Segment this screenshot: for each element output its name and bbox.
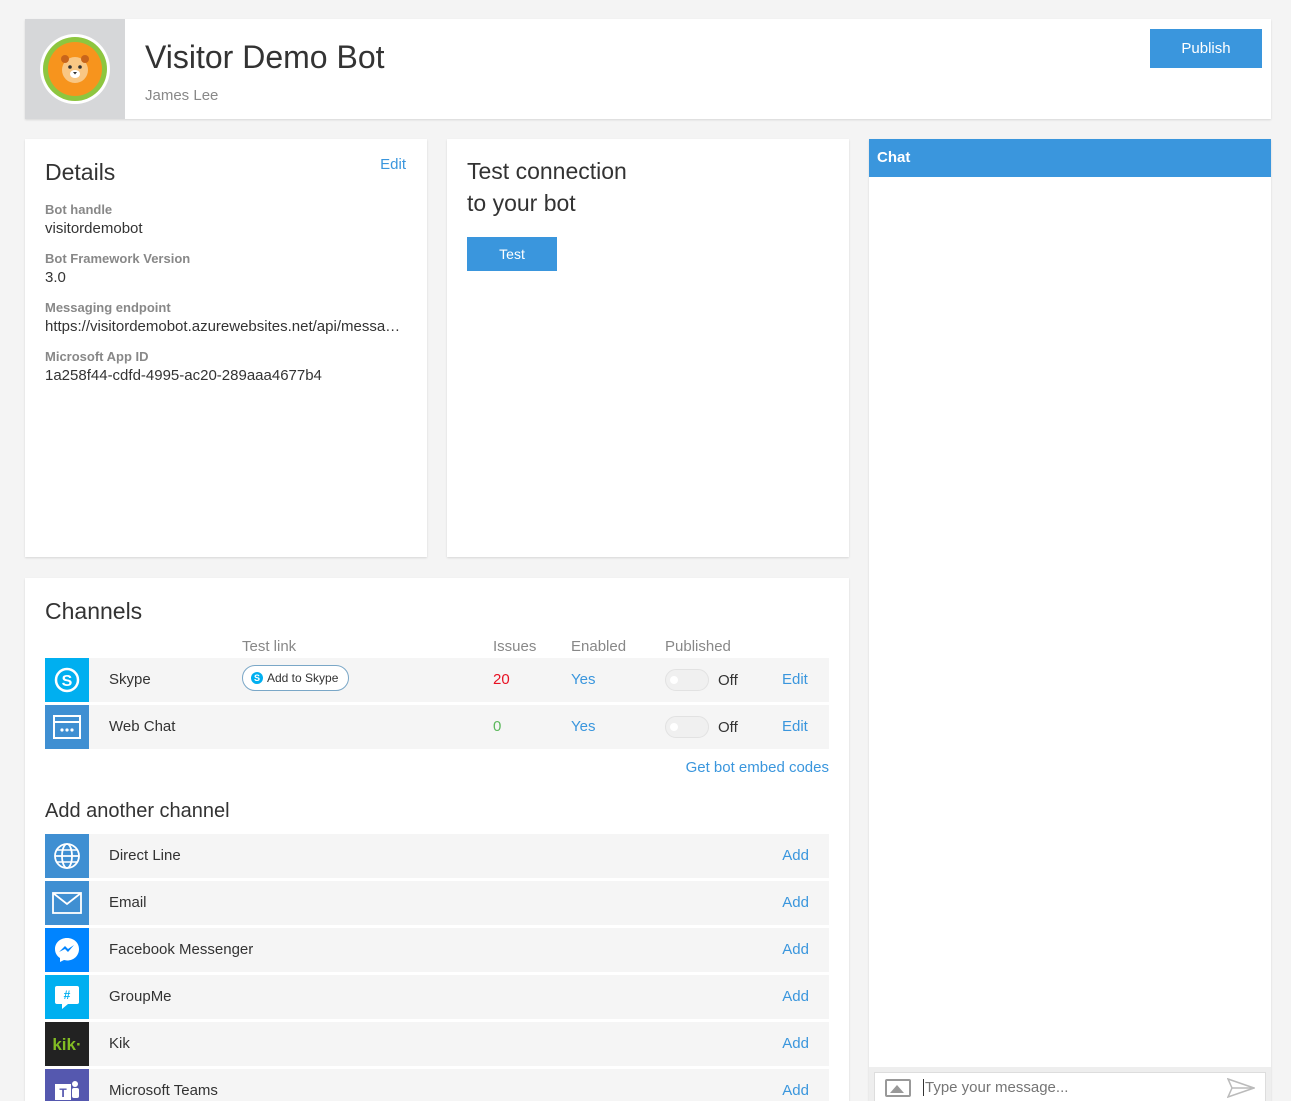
bot-avatar [40, 34, 110, 104]
col-test-link: Test link [242, 638, 297, 655]
add-row-microsoft-teams: T Microsoft Teams Add [45, 1069, 829, 1101]
details-title: Details [45, 159, 116, 185]
add-channel-title: Add another channel [45, 800, 230, 822]
chat-input-bar [869, 1067, 1271, 1101]
channel-name: Direct Line [109, 847, 181, 864]
issues-count: 20 [493, 671, 510, 688]
details-edit-link[interactable]: Edit [380, 156, 406, 173]
edit-channel-link[interactable]: Edit [782, 671, 808, 688]
col-enabled: Enabled [571, 638, 627, 655]
messenger-icon [45, 928, 89, 972]
channel-name: Web Chat [109, 718, 176, 735]
channel-name: GroupMe [109, 988, 172, 1005]
image-upload-icon[interactable] [885, 1079, 911, 1097]
add-row-direct-line: Direct Line Add [45, 834, 829, 878]
chat-panel: Chat [869, 139, 1271, 1101]
field-label: Bot Framework Version [45, 251, 191, 266]
title-line-1: Test connection [467, 158, 627, 184]
add-to-skype-button[interactable]: S Add to Skype [242, 665, 350, 691]
test-button[interactable]: Test [467, 237, 557, 271]
chat-header: Chat [869, 139, 1271, 177]
send-icon[interactable] [1227, 1078, 1255, 1098]
add-channel-link[interactable]: Add [782, 988, 809, 1005]
bot-owner: James Lee [145, 87, 219, 104]
teams-icon: T [45, 1069, 89, 1101]
channels-title: Channels [45, 598, 143, 624]
chat-message-input[interactable] [923, 1079, 1223, 1096]
lion-icon [61, 55, 89, 83]
bot-header: Visitor Demo Bot James Lee Publish [25, 19, 1271, 119]
published-toggle[interactable] [665, 716, 709, 738]
add-channel-link[interactable]: Add [782, 1035, 809, 1052]
field-label: Messaging endpoint [45, 300, 171, 315]
enabled-link[interactable]: Yes [571, 718, 595, 735]
framework-version-value: 3.0 [45, 269, 66, 286]
channel-row-webchat: Web Chat 0 Yes Off Edit [45, 705, 829, 749]
field-label: Microsoft App ID [45, 349, 149, 364]
enabled-link[interactable]: Yes [571, 671, 595, 688]
svg-text:S: S [62, 673, 73, 690]
groupme-icon: # [45, 975, 89, 1019]
bot-avatar-box [25, 19, 125, 119]
channel-row-skype: S Skype S Add to Skype 20 Yes Off Edit [45, 658, 829, 702]
svg-text:#: # [64, 988, 71, 1002]
add-channel-link[interactable]: Add [782, 847, 809, 864]
bot-handle-value: visitordemobot [45, 220, 143, 237]
published-toggle[interactable] [665, 669, 709, 691]
col-issues: Issues [493, 638, 537, 655]
add-row-kik: kik· Kik Add [45, 1022, 829, 1066]
add-row-groupme: # GroupMe Add [45, 975, 829, 1019]
page-title: Visitor Demo Bot [145, 39, 385, 75]
channel-name: Facebook Messenger [109, 941, 254, 958]
svg-text:kik·: kik· [52, 1035, 81, 1054]
published-state: Off [718, 672, 738, 689]
issues-count: 0 [493, 718, 502, 735]
add-channel-link[interactable]: Add [782, 894, 809, 911]
add-to-skype-label: Add to Skype [267, 671, 339, 685]
field-label: Bot handle [45, 202, 113, 217]
channel-name: Kik [109, 1035, 130, 1052]
test-connection-title: Test connection to your bot [467, 155, 829, 219]
skype-icon: S [45, 658, 89, 702]
embed-codes-link[interactable]: Get bot embed codes [686, 759, 829, 776]
add-channel-link[interactable]: Add [782, 941, 809, 958]
chat-input-box [874, 1072, 1266, 1101]
channel-name: Email [109, 894, 147, 911]
published-state: Off [718, 719, 738, 736]
add-row-facebook-messenger: Facebook Messenger Add [45, 928, 829, 972]
skype-small-icon: S [251, 672, 263, 684]
webchat-icon [45, 705, 89, 749]
svg-text:T: T [59, 1086, 67, 1100]
channel-name: Skype [109, 671, 151, 688]
test-connection-card: Test connection to your bot Test [447, 139, 849, 557]
add-channel-link[interactable]: Add [782, 1082, 809, 1099]
kik-icon: kik· [45, 1022, 89, 1066]
channel-name: Microsoft Teams [109, 1082, 218, 1099]
edit-channel-link[interactable]: Edit [782, 718, 808, 735]
envelope-icon [45, 881, 89, 925]
title-line-2: to your bot [467, 190, 576, 216]
details-card: Details Edit Bot handle visitordemobot B… [25, 139, 427, 557]
channels-card: Channels Test link Issues Enabled Publis… [25, 578, 849, 1101]
add-row-email: Email Add [45, 881, 829, 925]
globe-icon [45, 834, 89, 878]
publish-button[interactable]: Publish [1150, 29, 1262, 68]
app-id-value: 1a258f44-cdfd-4995-ac20-289aaa4677b4 [45, 367, 322, 384]
messaging-endpoint-value: https://visitordemobot.azurewebsites.net… [45, 318, 403, 335]
col-published: Published [665, 638, 731, 655]
